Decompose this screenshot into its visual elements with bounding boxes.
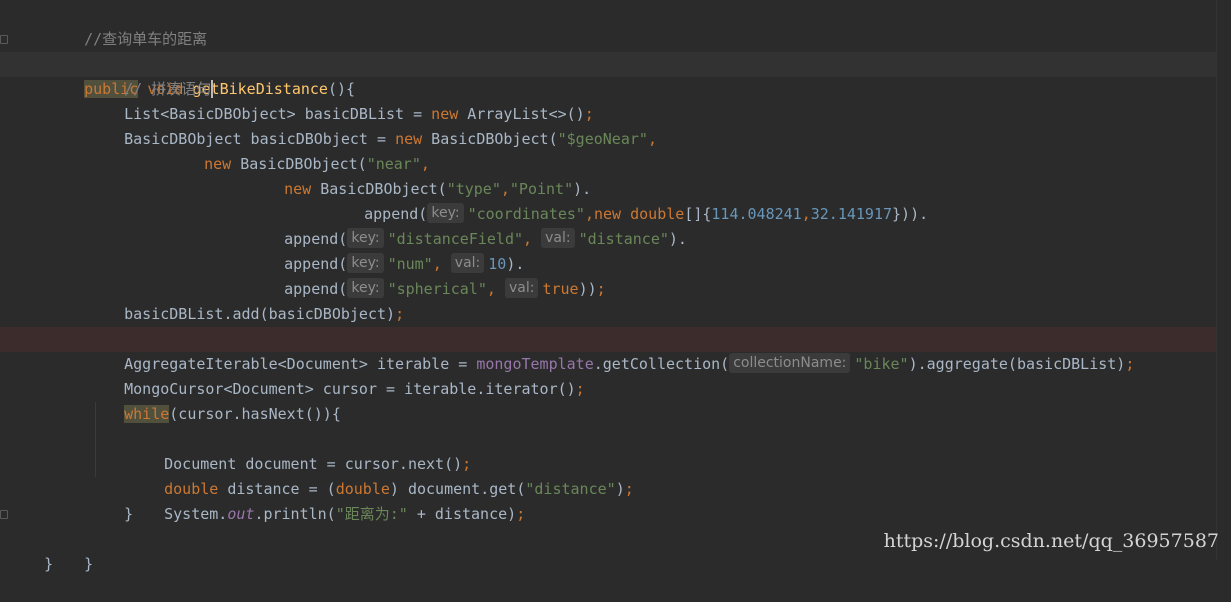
code-line-highlighted: AggregateIterable<Document> iterable = m… xyxy=(0,327,1231,373)
code-line: MongoCursor<Document> cursor = iterable.… xyxy=(0,352,1231,398)
code-line: append(key: "num", val: 10). xyxy=(0,227,1231,273)
code-line: new BasicDBObject("type","Point"). xyxy=(0,152,1231,198)
indent-guide xyxy=(95,402,96,427)
code-line: public void getBikeDistance(){ xyxy=(0,27,1231,98)
code-line: List<BasicDBObject> basicDBList = new Ar… xyxy=(0,77,1231,123)
code-line: //查询单车的距离 xyxy=(0,2,1231,48)
watermark-text: https://blog.csdn.net/qq_36957587 xyxy=(883,530,1219,552)
fold-marker-icon[interactable] xyxy=(0,35,8,44)
code-line: while(cursor.hasNext()){ xyxy=(0,377,1231,423)
indent-guide xyxy=(95,427,96,452)
vertical-scrollbar[interactable] xyxy=(1216,0,1231,560)
code-line: } xyxy=(0,477,1231,523)
code-line: append(key: "coordinates",new double[]{11… xyxy=(0,177,1231,223)
code-line: append(key: "distanceField", val: "distanc… xyxy=(0,202,1231,248)
code-line: double distance = (double) document.get(… xyxy=(0,427,1231,498)
code-line: append(key: "spherical", val: true)); xyxy=(0,252,1231,298)
indent-guide xyxy=(95,452,96,477)
closing-brace: } xyxy=(84,555,94,573)
code-line: basicDBList.add(basicDBObject); xyxy=(0,277,1231,323)
fold-marker-icon[interactable] xyxy=(0,510,8,519)
code-line: new BasicDBObject("near", xyxy=(0,127,1231,173)
code-line: Document document = cursor.next(); xyxy=(0,402,1231,473)
code-line: BasicDBObject basicDBObject = new BasicD… xyxy=(0,102,1231,148)
code-line-current: // 拼凑语句 xyxy=(0,52,1231,98)
code-line: } xyxy=(0,502,1231,573)
closing-brace: } xyxy=(44,555,54,573)
code-line: System.out.println("距离为:" + distance); xyxy=(0,452,1231,523)
